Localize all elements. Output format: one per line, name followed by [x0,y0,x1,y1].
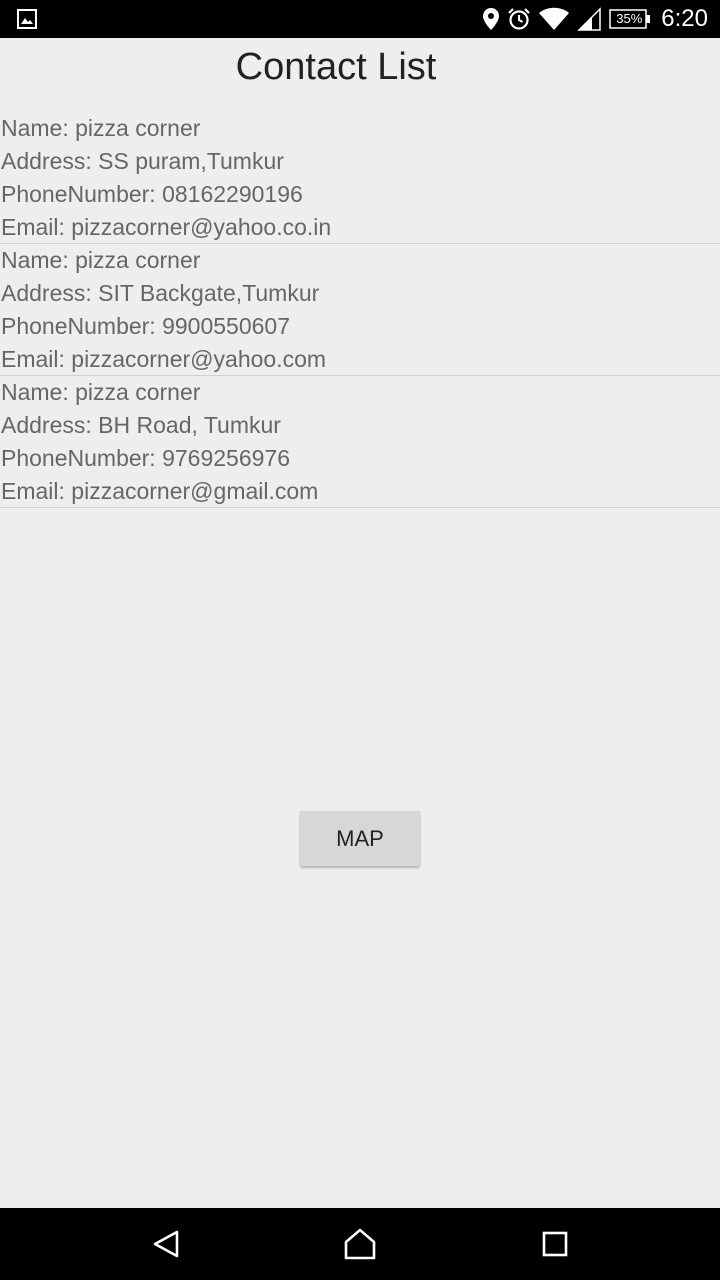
list-item[interactable]: Name: pizza corner Address: SS puram,Tum… [0,112,720,244]
image-notification-icon [17,9,37,29]
contact-name: Name: pizza corner [1,115,201,141]
location-icon [483,8,500,30]
contact-phone: PhoneNumber: 9900550607 [1,313,291,339]
contact-address: Address: SIT Backgate,Tumkur [1,280,320,306]
home-icon [344,1228,376,1260]
recents-icon [542,1231,568,1257]
contact-phone: PhoneNumber: 9769256976 [1,445,291,471]
clock: 6:20 [661,5,708,32]
contact-email: Email: pizzacorner@yahoo.com [1,346,327,372]
list-item[interactable]: Name: pizza corner Address: BH Road, Tum… [0,376,720,508]
contact-list: Name: pizza corner Address: SS puram,Tum… [0,112,720,508]
contact-address: Address: BH Road, Tumkur [1,412,281,438]
contact-email: Email: pizzacorner@yahoo.co.in [1,214,332,240]
back-button[interactable] [146,1226,186,1262]
map-button[interactable]: MAP [300,811,420,866]
contact-address: Address: SS puram,Tumkur [1,148,284,174]
list-item[interactable]: Name: pizza corner Address: SIT Backgate… [0,244,720,376]
battery-icon: 35% [609,9,651,29]
status-bar: 35% 6:20 [0,0,720,38]
page-title: Contact List [235,46,437,88]
home-button[interactable] [340,1226,380,1262]
navigation-bar [0,1208,720,1280]
wifi-icon [539,7,570,30]
back-icon [153,1230,179,1258]
cellular-signal-icon [577,7,602,31]
battery-level: 35% [616,11,643,26]
alarm-icon [508,8,531,30]
contact-phone: PhoneNumber: 08162290196 [1,181,303,207]
status-icons: 35% 6:20 [483,0,708,38]
contact-name: Name: pizza corner [1,379,201,405]
recents-button[interactable] [535,1226,575,1262]
contact-name: Name: pizza corner [1,247,201,273]
contact-email: Email: pizzacorner@gmail.com [1,478,319,504]
